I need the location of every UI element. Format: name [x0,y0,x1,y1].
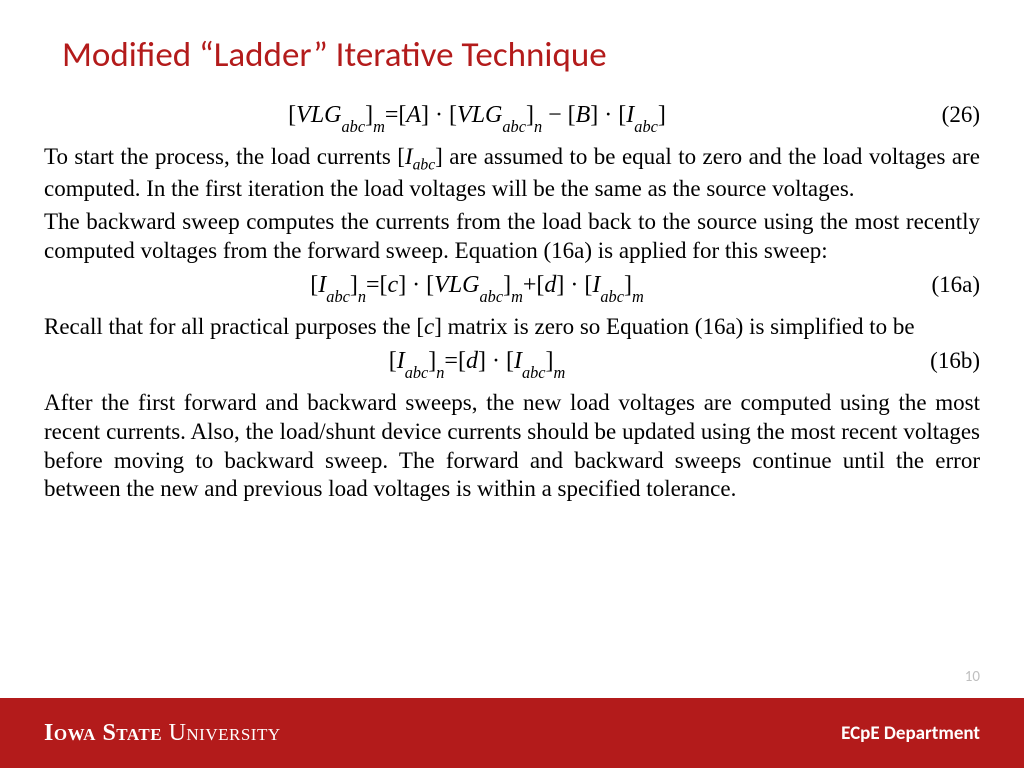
paragraph-1-symbol: I [405,144,413,169]
equation-26: [VLGabc]m=[A] · [VLGabc]n − [B] · [Iabc] [44,102,910,133]
paragraph-1-a: To start the process, the load currents … [44,144,405,169]
equation-16a-row: [Iabc]n=[c] · [VLGabc]m+[d] · [Iabc]m (1… [44,272,980,303]
paragraph-3-symbol: c [424,314,434,339]
university-name: Iowa State University [44,720,281,747]
slide-number: 10 [965,668,980,686]
paragraph-2: The backward sweep computes the currents… [44,208,980,266]
paragraph-3-a: Recall that for all practical purposes t… [44,314,424,339]
paragraph-1-subscript: abc [413,156,436,173]
paragraph-4: After the first forward and backward swe… [44,389,980,505]
paragraph-1: To start the process, the load currents … [44,143,980,204]
equation-26-row: [VLGabc]m=[A] · [VLGabc]n − [B] · [Iabc]… [44,102,980,133]
equation-16a-number: (16a) [910,272,980,298]
equation-16b-number: (16b) [910,348,980,374]
university-iowa-state: Iowa State [44,720,162,746]
equation-16a: [Iabc]n=[c] · [VLGabc]m+[d] · [Iabc]m [44,272,910,303]
paragraph-3-b: ] matrix is zero so Equation (16a) is si… [434,314,914,339]
slide-content: Modified “Ladder” Iterative Technique [V… [0,0,1024,698]
equation-26-number: (26) [910,102,980,128]
university-rest: University [162,720,281,746]
equation-16b-row: [Iabc]n=[d] · [Iabc]m (16b) [44,348,980,379]
equation-16b: [Iabc]n=[d] · [Iabc]m [44,348,910,379]
paragraph-3: Recall that for all practical purposes t… [44,313,980,342]
page-title: Modified “Ladder” Iterative Technique [62,34,980,76]
slide: Modified “Ladder” Iterative Technique [V… [0,0,1024,768]
department-name: ECpE Department [841,722,980,745]
footer-bar: Iowa State University ECpE Department [0,698,1024,768]
